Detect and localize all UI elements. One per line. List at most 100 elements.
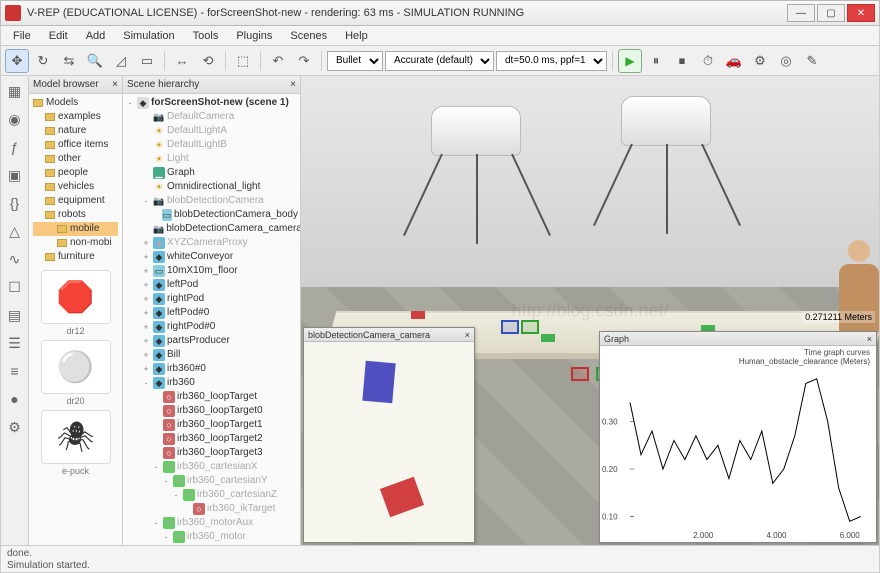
scene-hierarchy-close-icon[interactable]: × — [290, 79, 296, 90]
toggle-2-button[interactable]: ✎ — [800, 49, 824, 73]
scene-obj-prop-icon[interactable]: ◉ — [4, 108, 26, 130]
tree-node[interactable]: +◆leftPod — [125, 278, 298, 292]
menu-scenes[interactable]: Scenes — [282, 28, 335, 44]
calc-module-icon[interactable]: ƒ — [4, 136, 26, 158]
hierarchy-icon[interactable]: ☰ — [4, 332, 26, 354]
realtime-toggle[interactable]: ⏱ — [696, 49, 720, 73]
model-folder[interactable]: mobile — [33, 222, 118, 236]
stop-button[interactable]: ⏹ — [670, 49, 694, 73]
viewport-3d[interactable]: http://blog.csdn.net/ 0.271211 Meters bl… — [301, 76, 879, 545]
menu-plugins[interactable]: Plugins — [228, 28, 280, 44]
object-shift-button[interactable]: ↔ — [170, 49, 194, 73]
tree-node[interactable]: +◆whiteConveyor — [125, 250, 298, 264]
path-edit-icon[interactable]: ∿ — [4, 248, 26, 270]
blob-camera-header[interactable]: blobDetectionCamera_camera × — [304, 328, 474, 342]
camera-rotate-button[interactable]: ↻ — [31, 49, 55, 73]
close-button[interactable]: ✕ — [847, 4, 875, 22]
tree-node[interactable]: -📷blobDetectionCamera — [125, 194, 298, 208]
threaded-render-button[interactable]: 🚗 — [722, 49, 746, 73]
tree-node[interactable]: +◆irb360#0 — [125, 362, 298, 376]
tree-node[interactable]: ☀DefaultLightB — [125, 138, 298, 152]
minimize-button[interactable]: — — [787, 4, 815, 22]
model-folder[interactable]: people — [33, 166, 118, 180]
tree-node[interactable]: ▁Graph — [125, 166, 298, 180]
model-thumb-e-puck[interactable]: 🕷e-puck — [39, 410, 113, 476]
model-folder[interactable]: examples — [33, 110, 118, 124]
menu-file[interactable]: File — [5, 28, 39, 44]
user-settings-icon[interactable]: ⚙ — [4, 416, 26, 438]
model-folder-tree[interactable]: Modelsexamplesnatureoffice itemsotherpeo… — [29, 94, 122, 266]
tree-node[interactable]: ○irb360_ikTarget — [125, 502, 298, 516]
tree-node[interactable]: -⟲irb360_motor — [125, 530, 298, 544]
tree-node[interactable]: ○irb360_loopTarget0 — [125, 404, 298, 418]
camera-pan-button[interactable]: ✥ — [5, 49, 29, 73]
tree-node[interactable]: -⟲irb360_cartesianZ — [125, 488, 298, 502]
model-folder[interactable]: Models — [33, 96, 118, 110]
toggle-1-button[interactable]: ◎ — [774, 49, 798, 73]
maximize-button[interactable]: ▢ — [817, 4, 845, 22]
camera-zoom-button[interactable]: 🔍 — [83, 49, 107, 73]
select-button[interactable]: ⬚ — [231, 49, 255, 73]
tree-node[interactable]: 📷DefaultCamera — [125, 110, 298, 124]
tree-node[interactable]: ○irb360_loopTarget1 — [125, 418, 298, 432]
fit-to-view-button[interactable]: ▭ — [135, 49, 159, 73]
model-thumb-dr20[interactable]: ⚪dr20 — [39, 340, 113, 406]
tree-node[interactable]: +◆rightPod — [125, 292, 298, 306]
menu-help[interactable]: Help — [337, 28, 376, 44]
model-thumbnails[interactable]: 🛑dr12⚪dr20🕷e-puck — [29, 266, 122, 545]
shape-edit-icon[interactable]: △ — [4, 220, 26, 242]
tree-node[interactable]: -⟲irb360_motorAux — [125, 516, 298, 530]
tree-node[interactable]: +◆partsProducer — [125, 334, 298, 348]
model-folder[interactable]: furniture — [33, 250, 118, 264]
model-folder[interactable]: robots — [33, 208, 118, 222]
menu-add[interactable]: Add — [78, 28, 114, 44]
tree-node[interactable]: ▭blobDetectionCamera_body — [125, 208, 298, 222]
visualize-button[interactable]: ⚙ — [748, 49, 772, 73]
graph-close-icon[interactable]: × — [867, 334, 872, 344]
model-folder[interactable]: office items — [33, 138, 118, 152]
model-folder[interactable]: other — [33, 152, 118, 166]
page-selector-icon[interactable]: ▦ — [4, 80, 26, 102]
tree-node[interactable]: ☀DefaultLightA — [125, 124, 298, 138]
selection-icon[interactable]: ☐ — [4, 276, 26, 298]
menu-edit[interactable]: Edit — [41, 28, 76, 44]
tree-node[interactable]: -⟲irb360_cartesianY — [125, 474, 298, 488]
tree-node[interactable]: +◆Bill — [125, 348, 298, 362]
tree-node[interactable]: +◆rightPod#0 — [125, 320, 298, 334]
menu-simulation[interactable]: Simulation — [115, 28, 182, 44]
tree-node[interactable]: ○irb360_loopTarget — [125, 390, 298, 404]
tree-node[interactable]: -◆irb360_axisL — [125, 544, 298, 545]
tree-node[interactable]: +◆leftPod#0 — [125, 306, 298, 320]
tree-node[interactable]: ☀Light — [125, 152, 298, 166]
collection-icon[interactable]: ▣ — [4, 164, 26, 186]
model-folder[interactable]: nature — [33, 124, 118, 138]
blob-camera-close-icon[interactable]: × — [465, 330, 470, 340]
model-browser-close-icon[interactable]: × — [112, 79, 118, 90]
model-folder[interactable]: equipment — [33, 194, 118, 208]
timestep-select[interactable]: dt=50.0 ms, ppf=1 — [496, 51, 607, 71]
script-icon[interactable]: {} — [4, 192, 26, 214]
redo-button[interactable]: ↷ — [292, 49, 316, 73]
accuracy-select[interactable]: Accurate (default) — [385, 51, 494, 71]
avi-recorder-icon[interactable]: ● — [4, 388, 26, 410]
menu-tools[interactable]: Tools — [185, 28, 227, 44]
model-browser-icon[interactable]: ▤ — [4, 304, 26, 326]
physics-engine-select[interactable]: Bullet — [327, 51, 383, 71]
model-folder[interactable]: non-mobi — [33, 236, 118, 250]
tree-node[interactable]: ○irb360_loopTarget3 — [125, 446, 298, 460]
layers-icon[interactable]: ≡ — [4, 360, 26, 382]
graph-panel[interactable]: Graph × Time graph curves Human_obstacle… — [599, 331, 877, 543]
play-button[interactable]: ▶ — [618, 49, 642, 73]
blob-camera-panel[interactable]: blobDetectionCamera_camera × — [303, 327, 475, 543]
tree-node[interactable]: ○irb360_loopTarget2 — [125, 432, 298, 446]
model-folder[interactable]: vehicles — [33, 180, 118, 194]
pause-button[interactable]: ⏸ — [644, 49, 668, 73]
camera-shift-button[interactable]: ⇆ — [57, 49, 81, 73]
object-rotate-button[interactable]: ⟲ — [196, 49, 220, 73]
camera-angle-button[interactable]: ◿ — [109, 49, 133, 73]
tree-node[interactable]: +▭10mX10m_floor — [125, 264, 298, 278]
tree-node[interactable]: ☀Omnidirectional_light — [125, 180, 298, 194]
graph-header[interactable]: Graph × — [600, 332, 876, 346]
undo-button[interactable]: ↶ — [266, 49, 290, 73]
tree-node[interactable]: -⟲irb360_cartesianX — [125, 460, 298, 474]
